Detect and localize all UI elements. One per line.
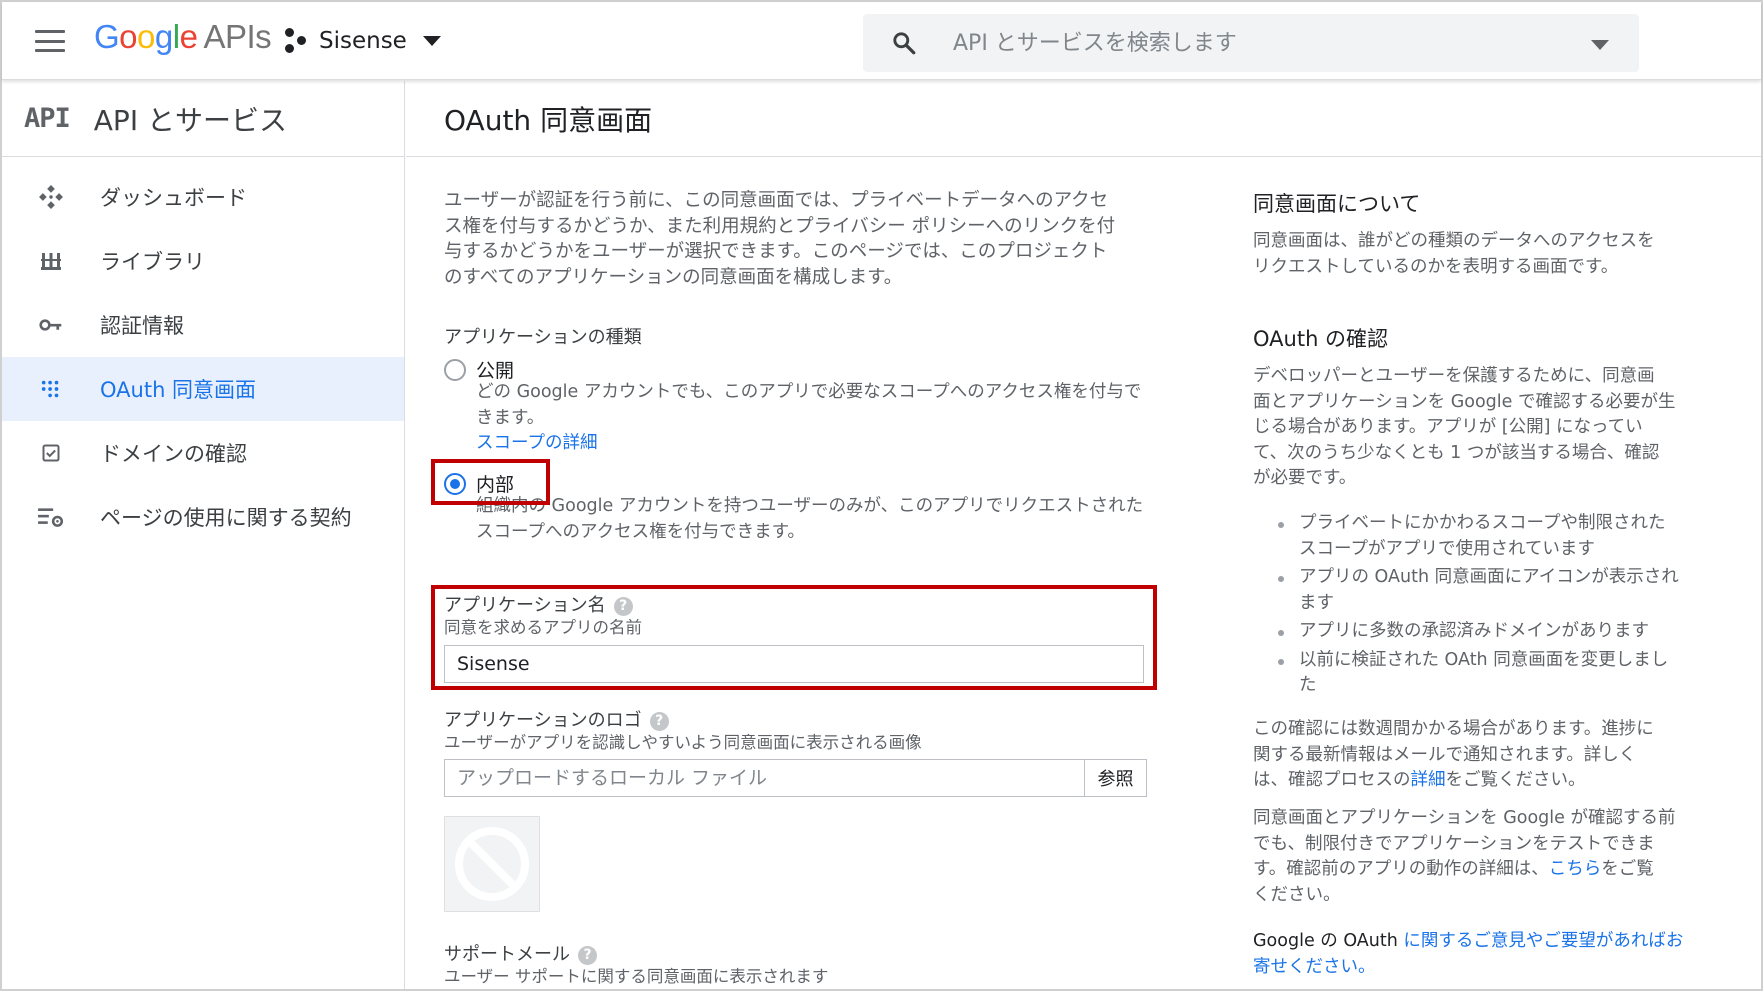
api-badge-icon: API: [24, 103, 71, 134]
sidebar-item-library[interactable]: ライブラリ: [2, 229, 404, 293]
page-title: OAuth 同意画面: [444, 104, 653, 137]
logo-preview: [444, 816, 540, 912]
checkbox-icon: [36, 438, 66, 468]
library-icon: [36, 246, 66, 276]
radio-internal-label: 内部: [476, 474, 515, 496]
google-apis-logo[interactable]: Google APIs: [94, 18, 272, 56]
sidebar-title: API とサービス: [93, 103, 287, 137]
radio-public-label: 公開: [476, 360, 515, 382]
testing-details-link[interactable]: こちら: [1549, 859, 1602, 879]
consent-screen-icon: [36, 374, 66, 404]
support-email-sublabel: ユーザー サポートに関する同意画面に表示されます: [444, 967, 829, 986]
internal-description: 組織内の Google アカウントを持つユーザーのみが、このアプリでリクエストさ…: [476, 496, 1144, 542]
page-header: OAuth 同意画面: [406, 81, 1761, 157]
sidebar-header: API API とサービス: [2, 81, 404, 157]
app-name-input[interactable]: [444, 645, 1144, 683]
sidebar-item-oauth-consent[interactable]: OAuth 同意画面: [2, 357, 404, 421]
app-logo-sublabel: ユーザーがアプリを認識しやすいよう同意画面に表示される画像: [444, 733, 922, 752]
search-bar[interactable]: [863, 14, 1639, 72]
logo-file-input[interactable]: [444, 759, 1085, 797]
public-description: どの Google アカウントでも、このアプリで必要なスコープへのアクセス権を付…: [476, 380, 1156, 457]
oauth-verification-title: OAuth の確認: [1253, 327, 1389, 351]
search-input[interactable]: [953, 14, 1553, 72]
list-item: プライベートにかかわるスコープや制限された スコープがアプリで使用されています: [1253, 511, 1713, 562]
sidebar-item-credentials[interactable]: 認証情報: [2, 293, 404, 357]
feedback-text: Google の OAuth に関するご意見やご要望があればお 寄せください。: [1253, 931, 1684, 977]
dashboard-icon: [36, 182, 66, 212]
sidebar-item-domain-verification[interactable]: ドメインの確認: [2, 421, 404, 485]
app-name-sublabel: 同意を求めるアプリの名前: [444, 618, 642, 637]
no-image-icon: [455, 827, 529, 901]
feedback-link[interactable]: に関するご意見やご要望があればお: [1403, 931, 1683, 951]
search-icon[interactable]: [891, 30, 917, 56]
project-name: Sisense: [319, 28, 407, 54]
radio-internal-control[interactable]: [444, 472, 466, 495]
support-email-help-icon[interactable]: ?: [578, 945, 597, 965]
search-dropdown-icon[interactable]: [1591, 40, 1609, 50]
verification-details-link[interactable]: 詳細: [1411, 770, 1446, 790]
app-name-help-icon[interactable]: ?: [613, 596, 633, 616]
sidebar-item-page-usage-agreements[interactable]: ページの使用に関する契約: [2, 485, 404, 549]
list-item: アプリの OAuth 同意画面にアイコンが表示され ます: [1253, 565, 1713, 616]
settings-list-icon: [36, 502, 66, 532]
about-consent-title: 同意画面について: [1253, 192, 1421, 216]
radio-internal[interactable]: 内部: [444, 470, 514, 497]
main-menu-icon[interactable]: [35, 30, 65, 52]
top-app-bar: Google APIs Sisense: [2, 2, 1761, 80]
oauth-verification-text: デベロッパーとユーザーを保護するために、同意画 面とアプリケーションを Goog…: [1253, 366, 1676, 488]
radio-public-control[interactable]: [444, 358, 466, 381]
sidebar: API API とサービス ダッシュボード ライブラリ 認証情報 OAuth 同…: [2, 81, 405, 989]
chevron-down-icon: [422, 36, 441, 46]
scope-details-link[interactable]: スコープの詳細: [476, 431, 1156, 457]
app-type-label: アプリケーションの種類: [444, 327, 642, 348]
verification-criteria-list: プライベートにかかわるスコープや制限された スコープがアプリで使用されています ア…: [1253, 511, 1713, 702]
app-logo-help-icon[interactable]: ?: [649, 711, 669, 731]
project-icon: [285, 28, 309, 54]
intro-text: ユーザーが認証を行う前に、この同意画面では、プライベートデータへのアクセ ス権を…: [444, 190, 1116, 288]
radio-public[interactable]: 公開: [444, 356, 514, 383]
feedback-link-continued[interactable]: 寄せください。: [1253, 957, 1376, 977]
browse-button[interactable]: 参照: [1084, 759, 1147, 797]
project-selector[interactable]: Sisense: [285, 28, 441, 54]
sidebar-nav: ダッシュボード ライブラリ 認証情報 OAuth 同意画面 ドメインの確認 ペー…: [2, 165, 404, 549]
testing-text: 同意画面とアプリケーションを Google が確認する前 でも、制限付きでアプリ…: [1253, 808, 1676, 905]
key-icon: [36, 310, 66, 340]
list-item: アプリに多数の承認済みドメインがあります: [1253, 619, 1713, 645]
list-item: 以前に検証された OAth 同意画面を変更しました: [1253, 648, 1713, 699]
about-consent-text: 同意画面は、誰がどの種類のデータへのアクセスを リクエストしているのかを表明する…: [1253, 231, 1655, 277]
sidebar-item-dashboard[interactable]: ダッシュボード: [2, 165, 404, 229]
verification-duration-text: この確認には数週間かかる場合があります。進捗に 関する最新情報はメールで通知され…: [1253, 719, 1654, 790]
